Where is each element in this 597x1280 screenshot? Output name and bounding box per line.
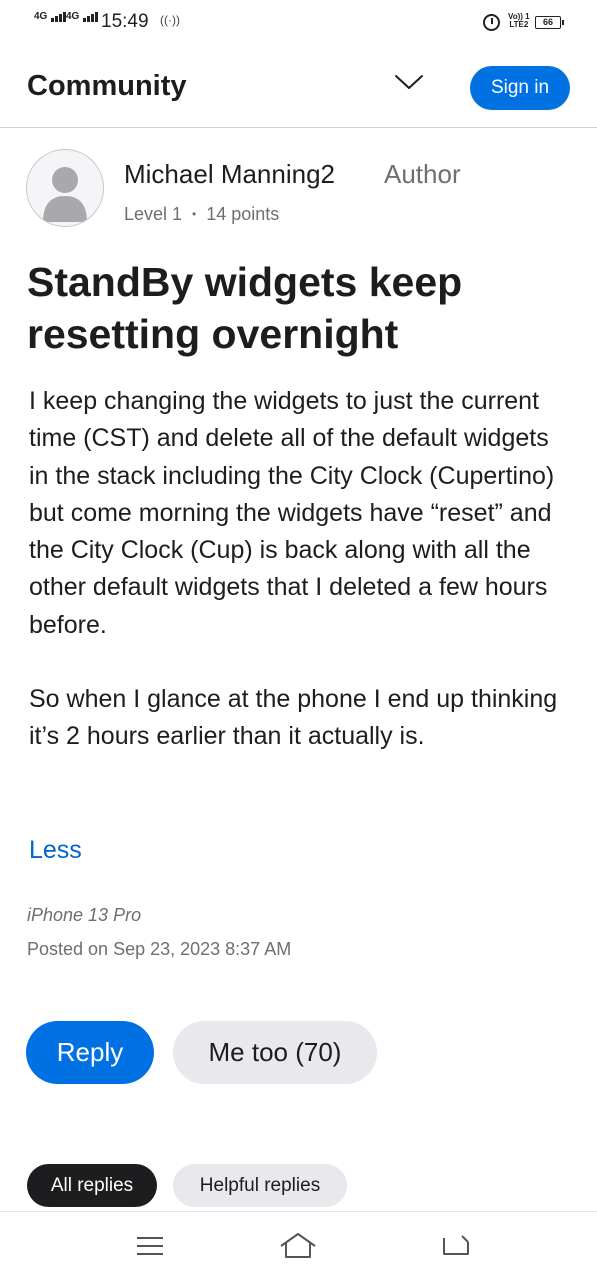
tab-all-replies[interactable]: All replies (27, 1164, 157, 1207)
menu-icon[interactable] (130, 1230, 170, 1262)
page-title: Community (27, 70, 187, 102)
header: Community Sign in (0, 48, 597, 128)
avatar[interactable] (26, 149, 104, 227)
device-label: iPhone 13 Pro (27, 905, 142, 925)
clock: 15:49 (101, 11, 149, 32)
author-level: Level 1 (124, 204, 183, 224)
battery-icon: 66 (535, 16, 564, 29)
author-name[interactable]: Michael Manning2 (124, 159, 335, 190)
user-placeholder-icon (43, 167, 87, 222)
author-meta: Level 1 • 14 points (124, 204, 279, 225)
post-title: StandBy widgets keep resetting overnight (27, 259, 463, 357)
signal-icon: 4G (34, 12, 66, 22)
chevron-down-icon[interactable] (393, 72, 425, 92)
hotspot-icon: ((·)) (160, 13, 180, 27)
signal-icon-2: 4G (66, 12, 98, 22)
sign-in-button[interactable]: Sign in (470, 66, 570, 110)
tab-helpful-replies[interactable]: Helpful replies (173, 1164, 347, 1207)
less-link[interactable]: Less (29, 836, 82, 865)
home-icon[interactable] (278, 1230, 318, 1262)
back-icon[interactable] (436, 1230, 476, 1262)
status-bar: 4G 4G 15:49 ((·)) Vo)) 1 LTE2 66 (0, 0, 597, 48)
posted-date: Posted on Sep 23, 2023 8:37 AM (27, 939, 292, 959)
volte-indicator: Vo)) 1 LTE2 (508, 12, 530, 29)
network-type-2: 4G (66, 11, 80, 22)
post-paragraph: I keep changing the widgets to just the … (29, 387, 555, 639)
separator-dot: • (192, 207, 197, 221)
author-points: 14 points (206, 204, 280, 224)
network-type-1: 4G (34, 11, 48, 22)
system-nav-bar (0, 1211, 597, 1280)
post-body: I keep changing the widgets to just the … (29, 383, 574, 756)
reply-button[interactable]: Reply (26, 1021, 154, 1084)
author-badge: Author (384, 159, 461, 189)
me-too-button[interactable]: Me too (70) (173, 1021, 377, 1084)
post-paragraph: So when I glance at the phone I end up t… (29, 685, 558, 751)
alarm-icon (483, 14, 500, 31)
